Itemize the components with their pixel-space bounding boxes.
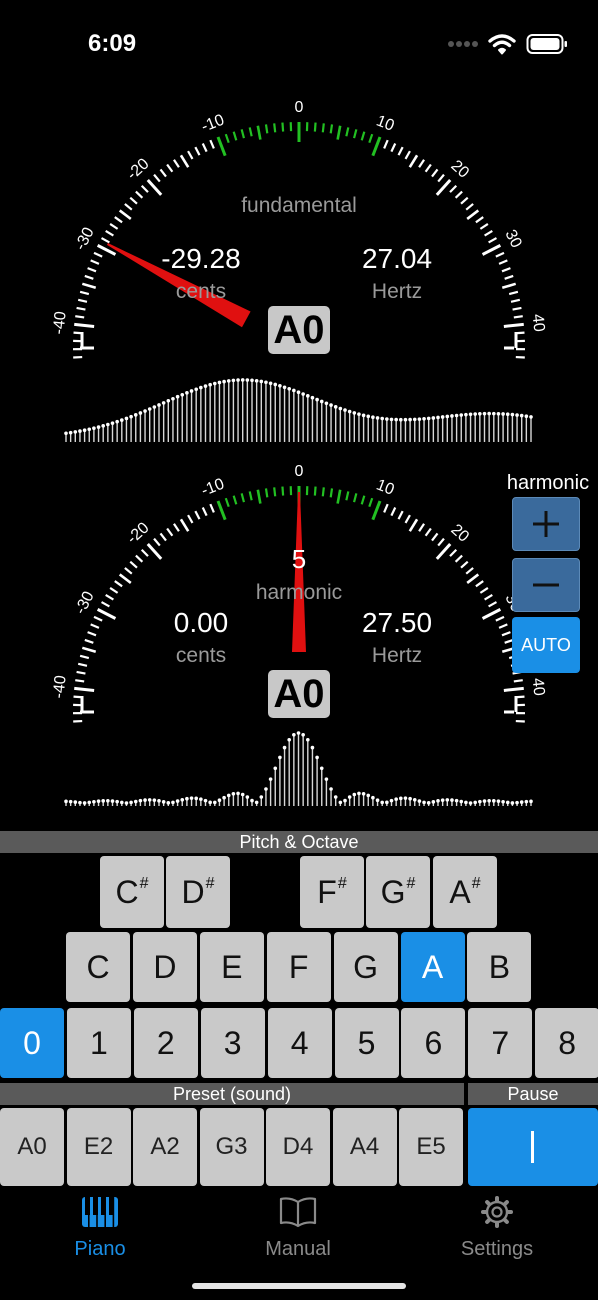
- harmonic-tuning-meter: -40-30-20-10010203040 5 harmonic 0.00 ce…: [50, 463, 548, 806]
- key-a-sharp[interactable]: A #: [433, 856, 497, 928]
- gear-icon: [481, 1196, 513, 1228]
- scale-label: 40: [529, 677, 548, 697]
- scale-label: 20: [447, 157, 472, 182]
- harmonic-controls-title: harmonic: [506, 472, 590, 494]
- pitch-octave-header: Pitch & Octave: [0, 831, 598, 853]
- octave-8[interactable]: 8: [535, 1008, 598, 1078]
- cents-label: cents: [176, 644, 226, 667]
- cents-value: 0.00: [174, 607, 229, 638]
- scale-label: -40: [50, 310, 69, 335]
- key-f-sharp[interactable]: F #: [300, 856, 364, 928]
- scale-label: -20: [124, 155, 153, 183]
- fundamental-note-display: A0: [268, 306, 330, 354]
- home-indicator[interactable]: [192, 1283, 406, 1289]
- cents-value: -29.28: [161, 243, 240, 274]
- scale-label: 0: [295, 463, 304, 480]
- tab-manual[interactable]: Manual: [233, 1196, 363, 1261]
- spectrum-graph: [64, 378, 533, 442]
- hertz-value: 27.50: [362, 607, 432, 638]
- meter-title: harmonic: [256, 581, 342, 604]
- scale-label: 0: [295, 99, 304, 116]
- sharp-symbol: #: [471, 875, 481, 892]
- preset-a4[interactable]: A4: [332, 1108, 397, 1186]
- key-label: A: [449, 873, 471, 910]
- scale-label: -30: [72, 225, 98, 253]
- battery-icon: [526, 34, 567, 54]
- tab-piano[interactable]: Piano: [35, 1196, 165, 1261]
- preset-header: Preset (sound): [0, 1083, 464, 1105]
- minus-icon: [533, 583, 559, 587]
- scale-label: -10: [199, 476, 227, 500]
- preset-g3[interactable]: G3: [199, 1108, 264, 1186]
- book-icon: [279, 1197, 317, 1228]
- sharp-symbol: #: [205, 875, 215, 892]
- key-c-sharp[interactable]: C #: [100, 856, 164, 928]
- cellular-signal-icon: [448, 41, 478, 47]
- scale-label: 10: [374, 477, 397, 499]
- preset-e5[interactable]: E5: [399, 1108, 463, 1186]
- key-e[interactable]: E: [199, 932, 264, 1002]
- key-label: F: [317, 873, 337, 910]
- sharp-symbol: #: [406, 875, 416, 892]
- harmonic-increase-button[interactable]: [512, 497, 580, 551]
- preset-e2[interactable]: E2: [66, 1108, 131, 1186]
- octave-2[interactable]: 2: [133, 1008, 198, 1078]
- status-icons: [448, 32, 568, 56]
- octave-5[interactable]: 5: [334, 1008, 399, 1078]
- sharp-symbol: #: [337, 875, 347, 892]
- key-g-sharp[interactable]: G #: [366, 856, 430, 928]
- octave-1[interactable]: 1: [66, 1008, 131, 1078]
- scale-label: 40: [529, 313, 548, 333]
- sharp-symbol: #: [139, 875, 149, 892]
- fundamental-tuning-meter: -40 -30 -20 -10 0 10 20 30 40 fundamental -29.28…: [50, 99, 548, 442]
- key-d[interactable]: D: [132, 932, 197, 1002]
- harmonic-auto-button[interactable]: AUTO: [512, 617, 580, 673]
- tab-manual-label: Manual: [265, 1238, 331, 1260]
- plus-icon: [533, 511, 559, 537]
- hertz-value: 27.04: [362, 243, 432, 274]
- key-label: D: [181, 873, 205, 910]
- key-label: G: [380, 873, 406, 910]
- spectrum-graph: [64, 731, 533, 806]
- scale-label: 30: [501, 227, 524, 251]
- scale-label: 10: [374, 113, 397, 135]
- pause-indicator-icon: [531, 1131, 534, 1163]
- preset-a2[interactable]: A2: [133, 1108, 197, 1186]
- octave-3[interactable]: 3: [200, 1008, 265, 1078]
- status-time: 6:09: [88, 30, 137, 57]
- piano-icon: [82, 1197, 118, 1227]
- key-b[interactable]: B: [467, 932, 532, 1002]
- scale-label: -30: [72, 589, 98, 617]
- octave-4[interactable]: 4: [267, 1008, 332, 1078]
- key-a[interactable]: A: [400, 932, 465, 1002]
- scale-label: -10: [199, 112, 227, 136]
- meter-title: fundamental: [241, 194, 357, 217]
- preset-d4[interactable]: D4: [266, 1108, 330, 1186]
- hertz-label: Hertz: [372, 280, 422, 303]
- key-label: C: [115, 873, 139, 910]
- key-f[interactable]: F: [266, 932, 331, 1002]
- preset-a0[interactable]: A0: [0, 1108, 64, 1186]
- tab-settings[interactable]: Settings: [432, 1196, 562, 1261]
- octave-6[interactable]: 6: [401, 1008, 466, 1078]
- wifi-icon: [488, 34, 516, 55]
- harmonic-decrease-button[interactable]: [512, 558, 580, 612]
- tab-settings-label: Settings: [460, 1238, 534, 1260]
- octave-7[interactable]: 7: [468, 1008, 533, 1078]
- hertz-label: Hertz: [372, 644, 422, 667]
- key-c[interactable]: C: [66, 932, 130, 1002]
- scale-label: -20: [124, 519, 153, 547]
- harmonic-number: 5: [292, 544, 306, 574]
- key-g[interactable]: G: [333, 932, 398, 1002]
- harmonic-note-display: A0: [268, 670, 330, 718]
- cents-label: cents: [176, 280, 226, 303]
- scale-label: 20: [447, 521, 472, 546]
- tab-piano-label: Piano: [74, 1238, 126, 1260]
- octave-0[interactable]: 0: [0, 1008, 64, 1078]
- pause-header: Pause: [468, 1083, 598, 1105]
- key-d-sharp[interactable]: D #: [166, 856, 230, 928]
- scale-label: -40: [50, 674, 69, 699]
